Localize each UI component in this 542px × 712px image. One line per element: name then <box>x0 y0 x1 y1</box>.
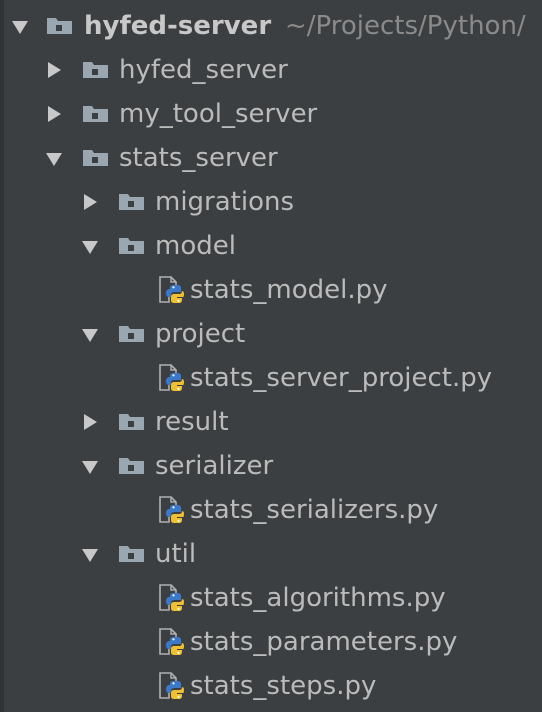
tree-item-util[interactable]: util <box>0 532 542 576</box>
tree-item-stats-algorithms-py[interactable]: stats_algorithms.py <box>0 576 542 620</box>
python-file-icon <box>159 628 184 655</box>
tree-item-label: hyfed_server <box>119 55 288 85</box>
chevron-down-icon[interactable] <box>82 329 98 342</box>
folder-icon <box>83 150 108 166</box>
folder-icon <box>119 414 144 430</box>
tree-item-stats-parameters-py[interactable]: stats_parameters.py <box>0 620 542 664</box>
tree-item-migrations[interactable]: migrations <box>0 180 542 224</box>
chevron-right-icon[interactable] <box>84 194 97 210</box>
tree-item-label: stats_serializers.py <box>190 495 439 525</box>
chevron-down-icon[interactable] <box>82 461 98 474</box>
tree-item-stats-serializers-py[interactable]: stats_serializers.py <box>0 488 542 532</box>
chevron-right-icon[interactable] <box>48 106 61 122</box>
folder-icon <box>47 18 72 34</box>
chevron-down-icon[interactable] <box>12 21 28 34</box>
tree-item-label: result <box>155 407 229 437</box>
root-path: ~/Projects/Python/ <box>285 11 526 41</box>
tree-item-label: migrations <box>155 187 295 217</box>
folder-icon <box>119 326 144 342</box>
python-file-icon <box>159 496 184 523</box>
tree-item-label: stats_model.py <box>190 275 388 305</box>
tree-item-hyfed-server[interactable]: hyfed_server <box>0 48 542 92</box>
folder-icon <box>119 238 144 254</box>
chevron-down-icon[interactable] <box>46 153 62 166</box>
tree-item-model[interactable]: model <box>0 224 542 268</box>
chevron-down-icon[interactable] <box>82 549 98 562</box>
tree-item-my-tool-server[interactable]: my_tool_server <box>0 92 542 136</box>
tree-item-label: serializer <box>155 451 274 481</box>
folder-icon <box>119 458 144 474</box>
folder-icon <box>119 546 144 562</box>
tree-item-label: project <box>155 319 246 349</box>
tree-root[interactable]: hyfed-server ~/Projects/Python/ <box>0 4 542 48</box>
tree-item-stats-server-project-py[interactable]: stats_server_project.py <box>0 356 542 400</box>
tree-item-label: model <box>155 231 236 261</box>
tree-item-result[interactable]: result <box>0 400 542 444</box>
python-file-icon <box>159 364 184 391</box>
tree-item-stats-model-py[interactable]: stats_model.py <box>0 268 542 312</box>
tree-item-label: stats_steps.py <box>190 671 377 701</box>
python-file-icon <box>159 584 184 611</box>
root-name: hyfed-server <box>84 11 272 41</box>
tree-item-project[interactable]: project <box>0 312 542 356</box>
tree-item-label: stats_algorithms.py <box>190 583 446 613</box>
chevron-down-icon[interactable] <box>82 241 98 254</box>
python-file-icon <box>159 672 184 699</box>
tree-item-stats-steps-py[interactable]: stats_steps.py <box>0 664 542 708</box>
folder-icon <box>119 194 144 210</box>
folder-icon <box>83 106 108 122</box>
chevron-right-icon[interactable] <box>48 62 61 78</box>
tree-item-label: stats_server_project.py <box>190 363 493 393</box>
tree-item-label: stats_server <box>119 143 278 173</box>
tree-item-label: stats_parameters.py <box>190 627 458 657</box>
project-tree: hyfed-server ~/Projects/Python/ hyfed_se… <box>0 0 542 712</box>
chevron-right-icon[interactable] <box>84 414 97 430</box>
tree-item-stats-server[interactable]: stats_server <box>0 136 542 180</box>
python-file-icon <box>159 276 184 303</box>
folder-icon <box>83 62 108 78</box>
tree-item-serializer[interactable]: serializer <box>0 444 542 488</box>
tree-item-label: my_tool_server <box>119 99 318 129</box>
tree-item-label: util <box>155 539 197 569</box>
